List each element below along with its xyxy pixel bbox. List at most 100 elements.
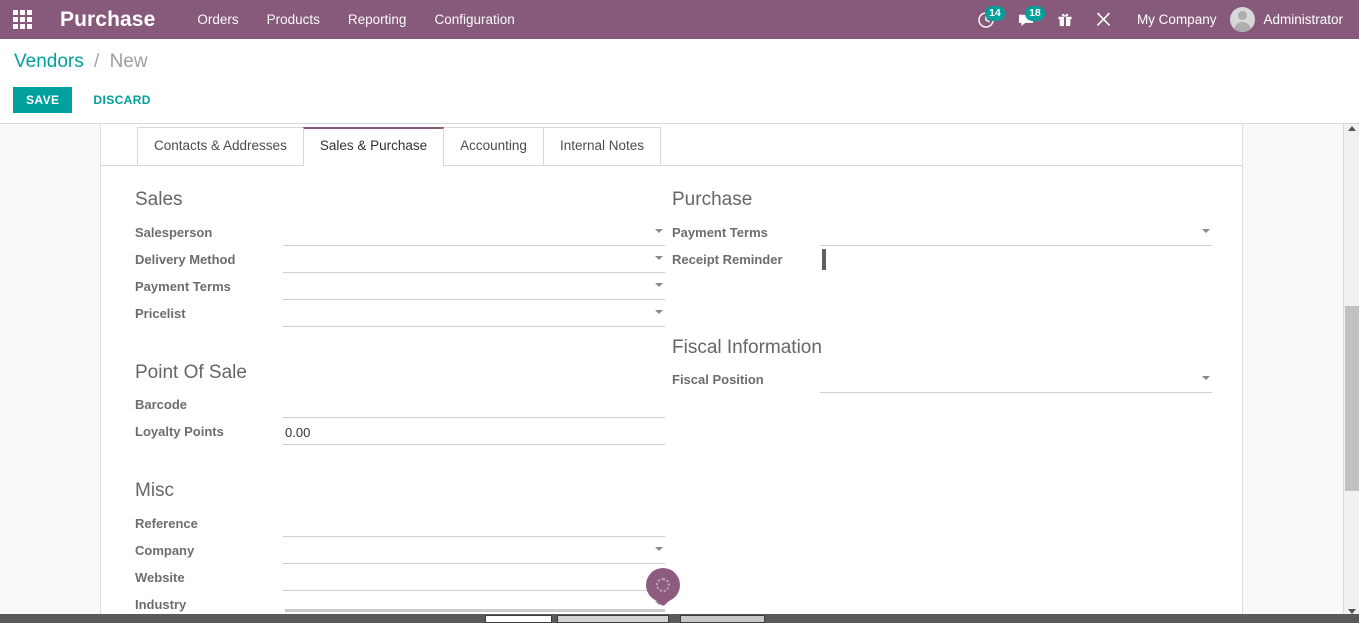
breadcrumb-current: New (110, 51, 148, 72)
save-button[interactable]: SAVE (13, 87, 72, 113)
field-delivery-method[interactable]: Delivery Method (135, 249, 665, 276)
chevron-down-icon[interactable] (655, 310, 663, 314)
field-input-barcode[interactable] (283, 394, 665, 418)
field-pricelist[interactable]: Pricelist (135, 303, 665, 330)
chevron-down-icon[interactable] (1202, 376, 1210, 380)
wrench-tools-icon (1095, 11, 1112, 28)
tab-contacts-addresses[interactable]: Contacts & Addresses (137, 127, 304, 165)
tab-panel-sales-purchase: Sales Salesperson Delivery Method (101, 166, 1242, 188)
tab-accounting[interactable]: Accounting (443, 127, 544, 165)
group-title-misc: Misc (135, 479, 665, 504)
chevron-down-icon[interactable] (655, 229, 663, 233)
field-input-reference[interactable] (283, 513, 665, 537)
field-receipt-reminder[interactable]: Receipt Reminder (672, 249, 1212, 276)
field-input-payment-terms-sales[interactable] (283, 276, 665, 300)
group-title-purchase: Purchase (672, 188, 1212, 213)
group-fiscal-information: Fiscal Information Fiscal Position (672, 336, 1212, 397)
field-input-salesperson[interactable] (283, 222, 665, 246)
field-input-loyalty-points[interactable]: 0.00 (283, 421, 665, 445)
field-value-pricelist (283, 305, 665, 325)
top-navbar: Purchase Orders Products Reporting Confi… (0, 0, 1359, 39)
tab-internal-notes[interactable]: Internal Notes (543, 127, 661, 165)
chevron-down-icon[interactable] (655, 283, 663, 287)
messages-badge: 18 (1025, 6, 1045, 21)
breadcrumb-vendors-link[interactable]: Vendors (14, 51, 84, 72)
form-column-left: Sales Salesperson Delivery Method (135, 188, 665, 623)
field-input-website[interactable] (283, 567, 665, 591)
field-label-loyalty-points: Loyalty Points (135, 421, 283, 439)
apps-grid-icon (13, 10, 32, 29)
group-title-sales: Sales (135, 188, 665, 213)
chevron-down-icon[interactable] (655, 256, 663, 260)
field-company[interactable]: Company (135, 540, 665, 567)
field-label-company: Company (135, 540, 283, 558)
field-value-fiscal-position (820, 371, 1212, 391)
field-input-company[interactable] (283, 540, 665, 564)
menu-item-products[interactable]: Products (267, 12, 320, 27)
menu-item-orders[interactable]: Orders (197, 12, 238, 27)
field-label-reference: Reference (135, 513, 283, 531)
app-brand-title[interactable]: Purchase (60, 8, 155, 32)
tab-sales-purchase[interactable]: Sales & Purchase (303, 127, 444, 165)
user-name-label: Administrator (1263, 12, 1343, 27)
horizontal-scrollbar-thumb[interactable] (485, 615, 552, 623)
menu-item-reporting[interactable]: Reporting (348, 12, 407, 27)
horizontal-scrollbar[interactable] (0, 614, 1359, 623)
main-menu: Orders Products Reporting Configuration (197, 12, 514, 27)
field-fiscal-position[interactable]: Fiscal Position (672, 369, 1212, 396)
field-label-website: Website (135, 567, 283, 585)
field-input-payment-terms-purchase[interactable] (820, 222, 1212, 246)
sheet-inner-scroll-thumb[interactable] (285, 609, 665, 612)
chevron-down-icon[interactable] (655, 601, 663, 605)
messages-button[interactable]: 18 (1006, 0, 1046, 39)
gift-button[interactable] (1046, 0, 1084, 39)
tools-button[interactable] (1084, 0, 1123, 39)
group-point-of-sale: Point Of Sale Barcode Loyalty Points 0.0… (135, 361, 665, 449)
group-title-fiscal-information: Fiscal Information (672, 336, 1212, 361)
apps-menu-button[interactable] (0, 0, 44, 39)
horizontal-scrollbar-segment-3[interactable] (680, 615, 765, 623)
user-menu[interactable]: Administrator (1230, 7, 1349, 32)
field-input-pricelist[interactable] (283, 303, 665, 327)
receipt-reminder-checkbox[interactable] (822, 249, 826, 270)
group-title-point-of-sale: Point Of Sale (135, 361, 665, 386)
field-label-fiscal-position: Fiscal Position (672, 369, 820, 387)
vertical-scrollbar[interactable] (1343, 124, 1359, 616)
field-barcode[interactable]: Barcode (135, 394, 665, 421)
control-panel: Vendors / New (0, 39, 1359, 124)
field-input-delivery-method[interactable] (283, 249, 665, 273)
menu-item-configuration[interactable]: Configuration (434, 12, 514, 27)
field-website[interactable]: Website (135, 567, 665, 594)
field-payment-terms-sales[interactable]: Payment Terms (135, 276, 665, 303)
form-column-right: Purchase Payment Terms Receipt Reminder (672, 188, 1212, 422)
record-action-buttons: SAVE DISCARD (13, 87, 160, 113)
field-value-delivery-method (283, 251, 665, 271)
field-label-salesperson: Salesperson (135, 222, 283, 240)
breadcrumb-separator: / (94, 51, 99, 72)
field-input-fiscal-position[interactable] (820, 369, 1212, 393)
discard-button[interactable]: DISCARD (84, 87, 159, 113)
company-switcher[interactable]: My Company (1123, 12, 1231, 27)
field-loyalty-points[interactable]: Loyalty Points 0.00 (135, 421, 665, 448)
navbar-right-tools: 14 18 My Company (966, 0, 1359, 39)
vertical-scrollbar-thumb[interactable] (1345, 306, 1359, 491)
group-purchase: Purchase Payment Terms Receipt Reminder (672, 188, 1212, 276)
field-payment-terms-purchase[interactable]: Payment Terms (672, 222, 1212, 249)
field-value-company (283, 542, 665, 562)
field-label-payment-terms-sales: Payment Terms (135, 276, 283, 294)
chevron-down-icon[interactable] (655, 574, 663, 578)
activities-button[interactable]: 14 (966, 0, 1006, 39)
field-salesperson[interactable]: Salesperson (135, 222, 665, 249)
field-reference[interactable]: Reference (135, 513, 665, 540)
horizontal-scrollbar-segment-2[interactable] (557, 615, 669, 623)
field-input-receipt-reminder[interactable] (820, 249, 1212, 273)
activities-badge: 14 (985, 6, 1005, 21)
form-sheet: Contacts & Addresses Sales & Purchase Ac… (100, 124, 1243, 621)
chevron-down-icon[interactable] (1202, 229, 1210, 233)
scroll-up-arrow-icon[interactable] (1348, 126, 1356, 131)
chevron-down-icon[interactable] (655, 547, 663, 551)
field-value-payment-terms-sales (283, 278, 665, 298)
field-label-barcode: Barcode (135, 394, 283, 412)
field-label-payment-terms-purchase: Payment Terms (672, 222, 820, 240)
field-value-loyalty-points: 0.00 (283, 423, 665, 443)
